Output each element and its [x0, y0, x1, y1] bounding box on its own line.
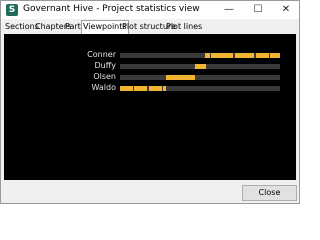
viewpoint-track-waldo — [120, 86, 280, 91]
close-button[interactable]: Close — [242, 185, 297, 201]
viewpoints-panel: Conner Duffy Olsen Waldo — [4, 34, 296, 180]
tab-bar: Sections Chapters Parts Viewpoints Plot … — [1, 20, 299, 34]
viewpoint-label-conner: Conner — [87, 50, 116, 59]
viewpoint-segment — [270, 53, 280, 58]
viewpoint-segment — [120, 86, 133, 91]
viewpoint-segment — [205, 53, 210, 58]
viewpoint-track-conner — [120, 53, 280, 58]
viewpoint-segment — [134, 86, 147, 91]
app-icon: S — [6, 4, 18, 16]
viewpoint-track-olsen — [120, 75, 280, 80]
viewpoint-segment — [163, 86, 166, 91]
title-bar: S Governant Hive - Project statistics vi… — [1, 1, 299, 19]
viewpoint-label-olsen: Olsen — [93, 72, 116, 81]
viewpoint-segment — [149, 86, 162, 91]
footer: Close — [1, 181, 299, 203]
minimize-button[interactable]: — — [215, 1, 243, 19]
statistics-window: S Governant Hive - Project statistics vi… — [0, 0, 300, 204]
viewpoint-segment — [195, 64, 206, 69]
close-window-button[interactable]: ✕ — [272, 1, 300, 19]
viewpoint-label-duffy: Duffy — [94, 61, 116, 70]
viewpoint-track-duffy — [120, 64, 280, 69]
viewpoint-segment — [256, 53, 269, 58]
viewpoint-segment — [166, 75, 195, 80]
viewpoint-segment — [235, 53, 254, 58]
viewpoint-label-waldo: Waldo — [91, 83, 117, 92]
maximize-button[interactable]: ☐ — [244, 1, 272, 19]
viewpoint-segment — [211, 53, 233, 58]
window-title: Governant Hive - Project statistics view — [23, 4, 200, 14]
tab-plot-lines[interactable]: Plot lines — [165, 21, 203, 33]
